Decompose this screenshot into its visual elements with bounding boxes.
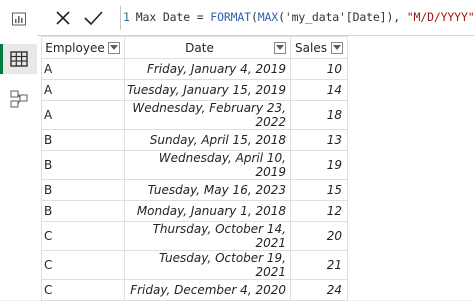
formula-input[interactable]: 1 Max Date = FORMAT(MAX('my_data'[Date]),…	[123, 10, 474, 24]
filter-dropdown[interactable]	[108, 41, 120, 54]
column-header-label: Date	[185, 40, 214, 55]
employee-cell[interactable]: B	[41, 200, 125, 222]
employee-column-header[interactable]: Employee	[41, 36, 125, 59]
date-cell[interactable]: Tuesday, May 16, 2023	[124, 179, 291, 201]
measure-name: Max Date =	[135, 10, 211, 24]
table-row: C Thursday, October 14, 2021 20	[41, 221, 348, 251]
date-cell[interactable]: Tuesday, October 19, 2021	[124, 250, 291, 280]
format-function: FORMAT	[210, 10, 251, 24]
table-header-row: Employee Date Sales	[41, 36, 348, 59]
table-row: B Wednesday, April 10, 2019 19	[41, 150, 348, 180]
table-row: A Wednesday, February 23, 2022 18	[41, 100, 348, 130]
max-function: MAX	[257, 10, 279, 24]
format-string: "M/D/YYYY"	[406, 10, 474, 24]
sales-cell[interactable]: 21	[290, 250, 348, 280]
date-cell[interactable]: Sunday, April 15, 2018	[124, 129, 291, 151]
checkmark-icon	[84, 11, 103, 26]
model-icon	[10, 90, 27, 108]
table-icon	[9, 51, 28, 67]
cancel-formula-button[interactable]	[52, 8, 74, 28]
table-row: A Tuesday, January 15, 2019 14	[41, 79, 348, 101]
employee-cell[interactable]: C	[41, 279, 125, 301]
column-header-label: Sales	[295, 40, 327, 55]
sales-cell[interactable]: 19	[290, 150, 348, 180]
data-table: Employee Date Sales A Friday, January 4,…	[41, 36, 348, 301]
formula-paren: (	[250, 10, 258, 24]
chevron-down-icon	[333, 45, 341, 50]
employee-cell[interactable]: B	[41, 129, 125, 151]
sales-cell[interactable]: 14	[290, 79, 348, 101]
date-column-header[interactable]: Date	[124, 36, 291, 59]
sales-cell[interactable]: 18	[290, 100, 348, 130]
date-cell[interactable]: Wednesday, February 23, 2022	[124, 100, 291, 130]
employee-cell[interactable]: C	[41, 250, 125, 280]
column-header-label: Employee	[45, 40, 105, 55]
formula-bar: 1 Max Date = FORMAT(MAX('my_data'[Date]),…	[37, 0, 474, 36]
model-view-button[interactable]	[0, 84, 37, 114]
employee-cell[interactable]: A	[41, 79, 125, 101]
formula-arguments: ('my_data'[Date]),	[278, 10, 407, 24]
employee-cell[interactable]: C	[41, 221, 125, 251]
close-icon	[56, 11, 70, 25]
date-cell[interactable]: Friday, January 4, 2019	[124, 58, 291, 80]
line-number: 1	[123, 10, 130, 24]
date-cell[interactable]: Thursday, October 14, 2021	[124, 221, 291, 251]
date-cell[interactable]: Wednesday, April 10, 2019	[124, 150, 291, 180]
report-view-button[interactable]	[0, 4, 37, 34]
data-view-button[interactable]	[0, 44, 37, 74]
chevron-down-icon	[110, 45, 118, 50]
formula-divider	[120, 6, 121, 30]
table-row: B Monday, January 1, 2018 12	[41, 200, 348, 222]
commit-formula-button[interactable]	[82, 8, 104, 28]
sales-cell[interactable]: 10	[290, 58, 348, 80]
table-row: C Tuesday, October 19, 2021 21	[41, 250, 348, 280]
table-row: B Sunday, April 15, 2018 13	[41, 129, 348, 151]
filter-dropdown[interactable]	[331, 41, 343, 54]
data-view-main: 1 Max Date = FORMAT(MAX('my_data'[Date]),…	[37, 0, 474, 301]
employee-cell[interactable]: B	[41, 150, 125, 180]
employee-cell[interactable]: A	[41, 100, 125, 130]
sales-cell[interactable]: 20	[290, 221, 348, 251]
sales-column-header[interactable]: Sales	[290, 36, 348, 59]
sales-cell[interactable]: 24	[290, 279, 348, 301]
chevron-down-icon	[276, 45, 284, 50]
date-cell[interactable]: Tuesday, January 15, 2019	[124, 79, 291, 101]
sales-cell[interactable]: 13	[290, 129, 348, 151]
sales-cell[interactable]: 15	[290, 179, 348, 201]
table-row: B Tuesday, May 16, 2023 15	[41, 179, 348, 201]
date-cell[interactable]: Friday, December 4, 2020	[124, 279, 291, 301]
date-cell[interactable]: Monday, January 1, 2018	[124, 200, 291, 222]
bar-chart-icon	[11, 12, 26, 26]
employee-cell[interactable]: A	[41, 58, 125, 80]
table-row: A Friday, January 4, 2019 10	[41, 58, 348, 80]
table-row: C Friday, December 4, 2020 24	[41, 279, 348, 301]
sales-cell[interactable]: 12	[290, 200, 348, 222]
view-sidebar	[0, 0, 38, 300]
filter-dropdown[interactable]	[274, 41, 286, 54]
employee-cell[interactable]: B	[41, 179, 125, 201]
